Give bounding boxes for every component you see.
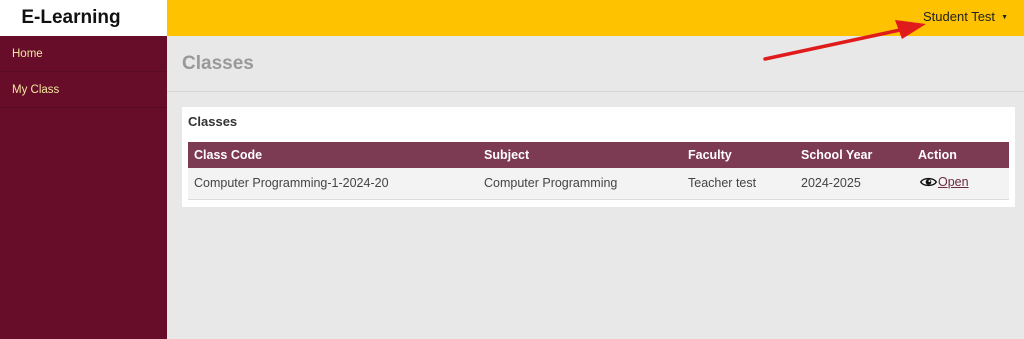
caret-down-icon: ▼ — [1001, 13, 1008, 21]
sidebar-item-label: My Class — [12, 83, 60, 96]
column-header-faculty: Faculty — [688, 148, 732, 162]
column-header-school-year: School Year — [801, 148, 873, 162]
eye-icon — [920, 178, 937, 187]
sidebar-item-home[interactable]: Home — [0, 36, 167, 72]
column-header-subject: Subject — [484, 148, 530, 162]
open-class-link[interactable]: Open — [918, 175, 969, 189]
page-title: Classes — [182, 52, 254, 74]
user-name: Student Test — [923, 9, 996, 24]
cell-subject: Computer Programming — [484, 176, 618, 191]
user-menu-dropdown[interactable]: Student Test ▼ — [923, 9, 1008, 24]
cell-school-year: 2024-2025 — [801, 176, 861, 191]
table-row: Computer Programming-1-2024-20 Computer … — [188, 168, 1009, 199]
classes-card: Classes Class Code Subject Faculty Schoo… — [182, 107, 1015, 207]
column-header-class-code: Class Code — [194, 148, 263, 162]
table-header-row: Class Code Subject Faculty School Year A… — [188, 142, 1009, 168]
column-header-action: Action — [918, 148, 957, 162]
sidebar: E-Learning Home My Class — [0, 0, 167, 339]
cell-action: Open — [912, 168, 1009, 199]
card-title: Classes — [188, 114, 238, 129]
open-link-label: Open — [938, 175, 969, 190]
sidebar-item-label: Home — [12, 47, 43, 60]
sidebar-item-my-class[interactable]: My Class — [0, 72, 167, 108]
main-content: Classes Classes Class Code Subject Facul… — [167, 36, 1024, 339]
cell-class-code: Computer Programming-1-2024-20 — [194, 176, 389, 191]
page-header: Classes — [167, 36, 1024, 92]
classes-table: Class Code Subject Faculty School Year A… — [188, 142, 1009, 200]
cell-faculty: Teacher test — [688, 176, 757, 191]
brand-logo[interactable]: E-Learning — [0, 0, 167, 36]
top-navbar: Student Test ▼ — [167, 0, 1024, 36]
